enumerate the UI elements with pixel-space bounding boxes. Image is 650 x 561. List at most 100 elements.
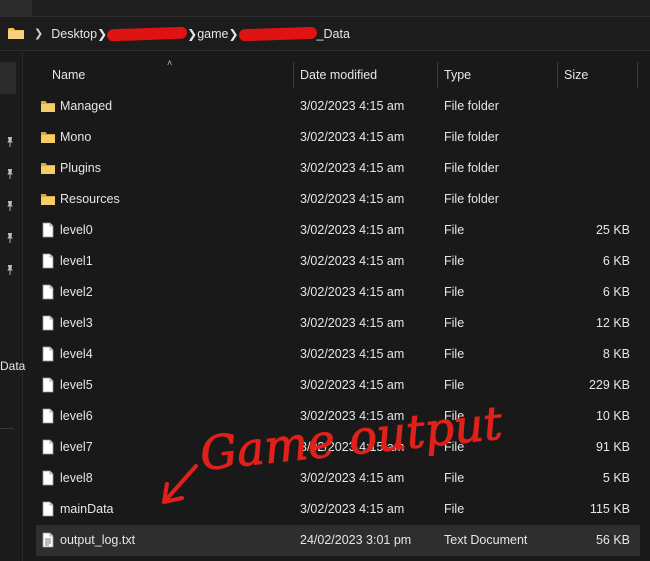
pin-icon[interactable] (4, 168, 16, 180)
file-name: Plugins (60, 161, 101, 175)
file-type: File (444, 471, 465, 485)
chevron-right-icon: ❯ (97, 26, 108, 41)
file-date-modified: 3/02/2023 4:15 am (300, 161, 405, 175)
breadcrumb-label: _Data (316, 26, 350, 41)
file-size: 12 KB (595, 316, 630, 330)
file-name: Mono (60, 130, 92, 144)
file-date-modified: 3/02/2023 4:15 am (300, 409, 405, 423)
address-bar[interactable]: ❯ Desktop ❯ ❯ game ❯ _Data (0, 16, 650, 51)
file-type: File (444, 316, 465, 330)
breadcrumb-item[interactable]: Desktop (51, 27, 97, 41)
file-row[interactable]: level0 3/02/2023 4:15 am File 25 KB (36, 215, 640, 246)
column-divider[interactable] (557, 62, 558, 88)
file-icon (40, 377, 56, 393)
file-name: level0 (60, 223, 93, 237)
file-date-modified: 3/02/2023 4:15 am (300, 285, 405, 299)
file-date-modified: 3/02/2023 4:15 am (300, 192, 405, 206)
file-type: File folder (444, 99, 499, 113)
file-row[interactable]: Resources 3/02/2023 4:15 am File folder (36, 184, 640, 215)
file-name: level3 (60, 316, 93, 330)
text-document-icon (40, 532, 56, 548)
file-type: File (444, 347, 465, 361)
file-size: 115 KB (589, 502, 630, 516)
file-type: File folder (444, 161, 499, 175)
file-name: level2 (60, 285, 93, 299)
file-row[interactable]: level5 3/02/2023 4:15 am File 229 KB (36, 370, 640, 401)
file-type: File (444, 254, 465, 268)
file-row[interactable]: level2 3/02/2023 4:15 am File 6 KB (36, 277, 640, 308)
file-size: 229 KB (588, 378, 630, 392)
file-date-modified: 3/02/2023 4:15 am (300, 223, 405, 237)
file-date-modified: 3/02/2023 4:15 am (300, 99, 405, 113)
file-date-modified: 3/02/2023 4:15 am (300, 254, 405, 268)
column-header-name[interactable]: Name (52, 62, 85, 88)
file-name: mainData (60, 502, 114, 516)
folder-icon (40, 191, 56, 207)
file-name: output_log.txt (60, 533, 136, 547)
file-row[interactable]: level8 3/02/2023 4:15 am File 5 KB (36, 463, 640, 494)
file-row[interactable]: output_log.txt 24/02/2023 3:01 pm Text Doc… (36, 525, 640, 556)
file-row[interactable]: Managed 3/02/2023 4:15 am File folder (36, 91, 640, 122)
column-header-size[interactable]: Size (564, 62, 588, 88)
file-size: 6 KB (602, 285, 630, 299)
column-divider[interactable] (437, 62, 438, 88)
redaction-mark (106, 26, 188, 41)
file-type: File (444, 440, 465, 454)
breadcrumb-item[interactable]: game (197, 27, 228, 41)
nav-item-label[interactable]: Data (0, 359, 25, 373)
file-size: 91 KB (595, 440, 630, 454)
file-type: File folder (444, 192, 499, 206)
file-type: File (444, 409, 465, 423)
pin-icon[interactable] (4, 200, 16, 212)
file-size: 10 KB (595, 409, 630, 423)
file-name: level7 (60, 440, 93, 454)
folder-icon (8, 27, 24, 40)
file-list: Managed 3/02/2023 4:15 am File folder Mono 3… (36, 91, 640, 556)
file-date-modified: 3/02/2023 4:15 am (300, 130, 405, 144)
folder-icon (40, 129, 56, 145)
file-name: Managed (60, 99, 113, 113)
file-date-modified: 3/02/2023 4:15 am (300, 347, 405, 361)
file-row[interactable]: level6 3/02/2023 4:15 am File 10 KB (36, 401, 640, 432)
file-row[interactable]: level3 3/02/2023 4:15 am File 12 KB (36, 308, 640, 339)
folder-icon (40, 160, 56, 176)
pin-icon[interactable] (4, 136, 16, 148)
file-row[interactable]: level1 3/02/2023 4:15 am File 6 KB (36, 246, 640, 277)
file-size: 56 KB (595, 533, 630, 547)
folder-icon (40, 98, 56, 114)
column-divider[interactable] (293, 62, 294, 88)
pin-icon[interactable] (4, 232, 16, 244)
file-row[interactable]: Plugins 3/02/2023 4:15 am File folder (36, 153, 640, 184)
nav-selected-item[interactable] (0, 62, 16, 94)
file-type: File (444, 285, 465, 299)
tab-edge (0, 0, 32, 16)
file-type: Text Document (444, 533, 528, 547)
breadcrumb-label: game (197, 26, 229, 41)
breadcrumb-label: Desktop (51, 26, 98, 41)
file-size: 6 KB (602, 254, 630, 268)
file-row[interactable]: Mono 3/02/2023 4:15 am File folder (36, 122, 640, 153)
file-size: 5 KB (602, 471, 630, 485)
file-icon (40, 408, 56, 424)
breadcrumb-item[interactable] (106, 26, 188, 41)
chevron-right-icon: ❯ (187, 26, 198, 41)
file-row[interactable]: level4 3/02/2023 4:15 am File 8 KB (36, 339, 640, 370)
file-name: Resources (60, 192, 120, 206)
breadcrumb-item[interactable]: _Data (238, 26, 350, 41)
column-divider[interactable] (637, 62, 638, 88)
file-date-modified: 3/02/2023 4:15 am (300, 316, 405, 330)
pin-icon[interactable] (4, 264, 16, 276)
file-row[interactable]: level7 3/02/2023 4:15 am File 91 KB (36, 432, 640, 463)
navigation-pane: Data (0, 52, 25, 561)
file-date-modified: 3/02/2023 4:15 am (300, 440, 405, 454)
file-icon (40, 470, 56, 486)
column-header-type[interactable]: Type (444, 62, 471, 88)
file-type: File (444, 378, 465, 392)
column-header-date[interactable]: Date modified (300, 62, 377, 88)
sort-ascending-icon: ˄ (167, 58, 173, 68)
file-icon (40, 346, 56, 362)
file-icon (40, 439, 56, 455)
file-type: File (444, 502, 465, 516)
file-date-modified: 3/02/2023 4:15 am (300, 502, 405, 516)
file-row[interactable]: mainData 3/02/2023 4:15 am File 115 KB (36, 494, 640, 525)
